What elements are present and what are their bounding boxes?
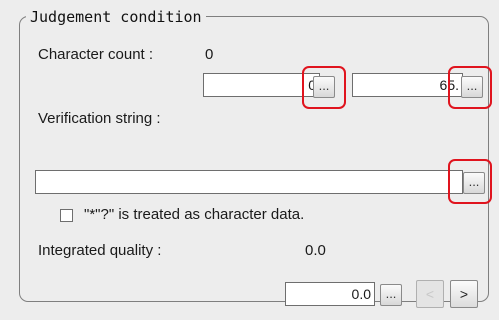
integrated-quality-field[interactable]: 0.0 <box>285 282 375 306</box>
wildcard-checkbox[interactable] <box>60 209 73 222</box>
group-title: Judgement condition <box>26 8 206 26</box>
character-count-value: 0 <box>205 46 214 63</box>
next-button[interactable]: > <box>450 280 478 308</box>
verification-string-label: Verification string : <box>38 110 161 127</box>
integrated-quality-edit-button[interactable]: ... <box>380 284 402 306</box>
integrated-quality-value: 0.0 <box>305 242 326 259</box>
highlight-verification-button <box>448 159 492 204</box>
integrated-quality-label: Integrated quality : <box>38 242 162 259</box>
judgement-condition-panel: Judgement condition Character count : 0 … <box>0 0 499 320</box>
verification-string-field[interactable] <box>35 170 463 194</box>
character-count-label: Character count : <box>38 46 154 63</box>
highlight-lower-button <box>302 66 346 109</box>
wildcard-option-label: "*"?" is treated as character data. <box>84 206 305 223</box>
character-count-upper-field[interactable]: 65. <box>352 73 463 97</box>
highlight-upper-button <box>448 66 492 109</box>
previous-button[interactable]: < <box>416 280 444 308</box>
